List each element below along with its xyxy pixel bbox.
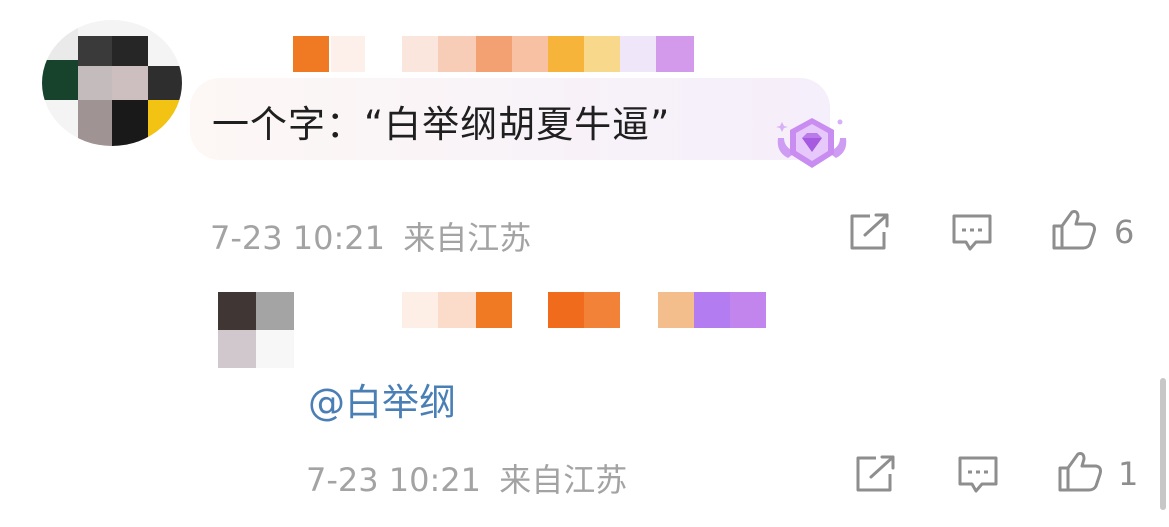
like-count: 1 [1118, 455, 1139, 493]
share-icon[interactable] [848, 212, 892, 252]
scrollbar[interactable] [1160, 378, 1166, 510]
mention-link[interactable]: @白举纲 [308, 372, 456, 426]
location: 来自江苏 [403, 219, 532, 257]
like-icon[interactable] [1050, 208, 1098, 252]
bottom-fade [0, 505, 1169, 527]
timestamp: 7-23 10:21 [210, 219, 386, 257]
share-icon[interactable] [854, 454, 898, 494]
like-count: 6 [1114, 213, 1135, 251]
reply-icon[interactable] [950, 212, 994, 252]
comment-meta: 7-23 10:21 来自江苏 [210, 213, 531, 259]
comment-text: 一个字：“白举纲胡夏牛逼” [212, 103, 671, 146]
diamond-badge-icon [776, 118, 847, 168]
timestamp: 7-23 10:21 [306, 461, 482, 499]
avatar[interactable] [218, 292, 294, 368]
location: 来自江苏 [499, 461, 628, 499]
like-icon[interactable] [1056, 450, 1104, 494]
reply-meta: 7-23 10:21 来自江苏 [306, 455, 627, 501]
avatar[interactable] [42, 20, 182, 146]
reply-icon[interactable] [956, 454, 1000, 494]
